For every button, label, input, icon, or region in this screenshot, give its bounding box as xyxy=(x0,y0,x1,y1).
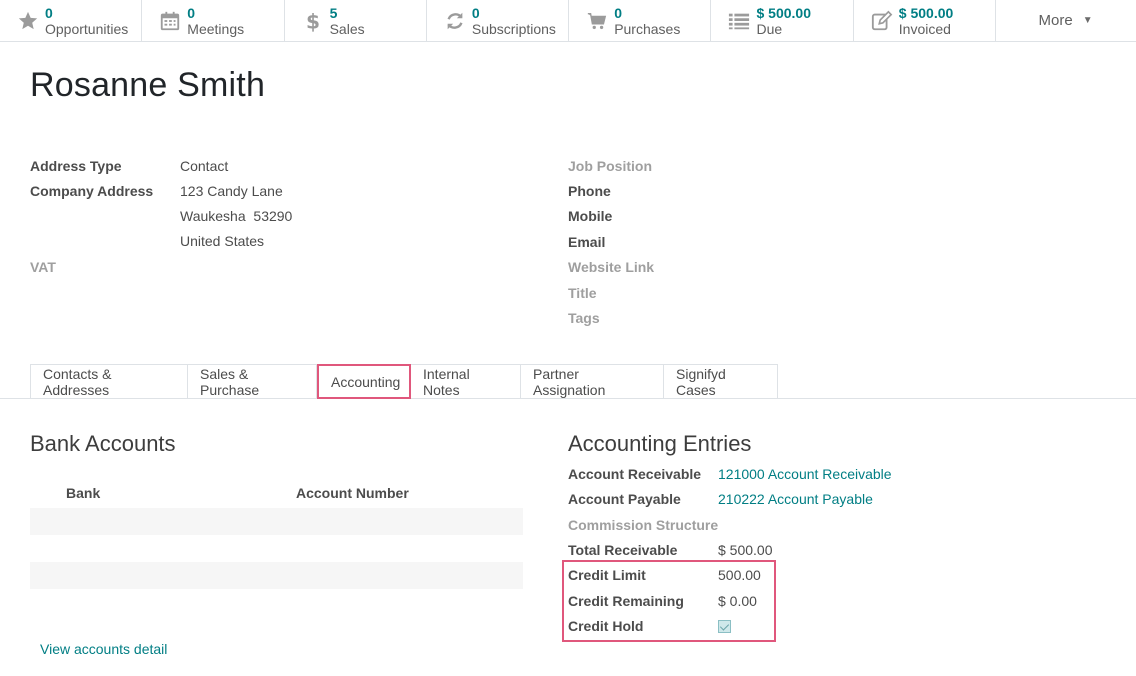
due-button[interactable]: $ 500.00 Due xyxy=(711,0,854,41)
mobile-label: Mobile xyxy=(568,208,613,224)
credit-remaining-value: $ 0.00 xyxy=(718,593,757,609)
title-label: Title xyxy=(568,285,597,301)
street-value[interactable]: 123 Candy Lane xyxy=(180,183,283,199)
due-label: Due xyxy=(756,20,783,37)
svg-text:$: $ xyxy=(306,9,320,33)
meetings-button[interactable]: 0 Meetings xyxy=(142,0,285,41)
due-amount: $ 500.00 xyxy=(756,4,811,21)
website-label: Website Link xyxy=(568,259,655,275)
table-row xyxy=(30,508,523,535)
tags-label: Tags xyxy=(568,310,600,326)
subscriptions-label: Subscriptions xyxy=(471,20,556,37)
address-type-label: Address Type xyxy=(30,158,122,174)
calendar-icon xyxy=(156,7,184,35)
credit-hold-checkbox[interactable] xyxy=(718,620,731,633)
purchases-count: 0 xyxy=(614,4,622,21)
notebook-tabs: Contacts & Addresses Sales & Purchase Ac… xyxy=(30,364,778,399)
cart-icon xyxy=(583,7,611,35)
country-value[interactable]: United States xyxy=(180,233,264,249)
sales-label: Sales xyxy=(329,20,365,37)
caret-down-icon: ▼ xyxy=(1082,15,1093,26)
account-receivable-label: Account Receivable xyxy=(568,466,702,482)
invoiced-button[interactable]: $ 500.00 Invoiced xyxy=(854,0,997,41)
job-position-label: Job Position xyxy=(568,158,652,174)
purchases-button[interactable]: 0 Purchases xyxy=(569,0,712,41)
account-number-column-header[interactable]: Account Number xyxy=(296,485,409,501)
smart-button-bar: 0 Opportunities 0 Meetings $ 5 Sales 0 Subsc… xyxy=(0,0,1136,42)
city-zip-value[interactable]: Waukesha 53290 xyxy=(180,208,292,224)
edit-icon xyxy=(868,7,896,35)
partner-name: Rosanne Smith xyxy=(30,66,266,104)
refresh-icon xyxy=(441,7,469,35)
table-row xyxy=(30,562,523,589)
opportunities-count: 0 xyxy=(45,4,53,21)
more-button[interactable]: More ▼ xyxy=(996,0,1135,41)
opportunities-button[interactable]: 0 Opportunities xyxy=(0,0,143,41)
tab-sales-purchase[interactable]: Sales & Purchase xyxy=(188,364,317,399)
total-receivable-value: $ 500.00 xyxy=(718,542,773,558)
credit-remaining-label: Credit Remaining xyxy=(568,593,684,609)
account-payable-value[interactable]: 210222 Account Payable xyxy=(718,491,873,507)
credit-hold-label: Credit Hold xyxy=(568,618,644,634)
purchases-label: Purchases xyxy=(614,20,681,37)
total-receivable-label: Total Receivable xyxy=(568,542,678,558)
view-accounts-detail-link[interactable]: View accounts detail xyxy=(40,641,167,657)
credit-limit-label: Credit Limit xyxy=(568,567,646,583)
tab-internal-notes[interactable]: Internal Notes xyxy=(411,364,521,399)
meetings-label: Meetings xyxy=(187,20,245,37)
invoiced-amount: $ 500.00 xyxy=(898,4,954,21)
phone-label: Phone xyxy=(568,183,611,199)
tab-partner-assignation[interactable]: Partner Assignation xyxy=(521,364,664,399)
email-label: Email xyxy=(568,234,606,250)
invoiced-label: Invoiced xyxy=(898,20,951,37)
bank-column-header[interactable]: Bank xyxy=(66,485,100,501)
list-icon xyxy=(725,7,753,35)
tab-signifyd-cases[interactable]: Signifyd Cases xyxy=(664,364,778,399)
subscriptions-count: 0 xyxy=(471,4,480,21)
vat-label: VAT xyxy=(30,259,56,275)
meetings-count: 0 xyxy=(187,4,196,21)
account-payable-label: Account Payable xyxy=(568,491,681,507)
table-row xyxy=(30,535,523,562)
account-receivable-value[interactable]: 121000 Account Receivable xyxy=(718,466,892,482)
bank-accounts-title: Bank Accounts xyxy=(30,431,176,456)
dollar-icon: $ xyxy=(299,7,327,35)
subscriptions-button[interactable]: 0 Subscriptions xyxy=(427,0,570,41)
accounting-entries-title: Accounting Entries xyxy=(568,431,752,456)
commission-structure-label: Commission Structure xyxy=(568,517,719,533)
opportunities-label: Opportunities xyxy=(45,20,129,37)
credit-limit-value[interactable]: 500.00 xyxy=(718,567,761,583)
tab-contacts-addresses[interactable]: Contacts & Addresses xyxy=(30,364,188,399)
tab-accounting[interactable]: Accounting xyxy=(317,364,411,399)
more-label: More xyxy=(1038,12,1073,29)
company-address-label: Company Address xyxy=(30,183,154,199)
sales-button[interactable]: $ 5 Sales xyxy=(285,0,427,41)
star-icon xyxy=(14,7,42,35)
address-type-value[interactable]: Contact xyxy=(180,158,228,174)
sales-count: 5 xyxy=(329,4,338,21)
